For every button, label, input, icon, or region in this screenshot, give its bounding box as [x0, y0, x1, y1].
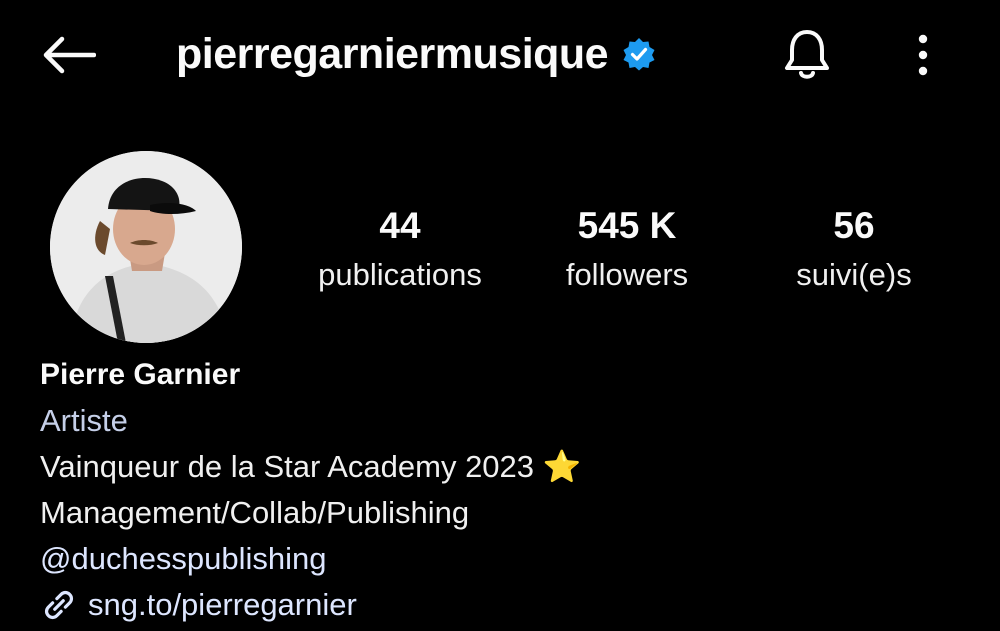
stat-label: publications	[318, 257, 482, 292]
profile-category: Artiste	[40, 403, 128, 438]
profile-username-header: pierregarniermusique	[176, 24, 656, 84]
stat-value: 56	[833, 205, 875, 246]
more-vertical-icon	[918, 34, 928, 76]
arrow-left-icon	[43, 36, 96, 74]
bio-text-line: Vainqueur de la Star Academy 2023 ⭐	[40, 449, 582, 484]
more-options-button[interactable]	[900, 24, 946, 86]
stat-label: suivi(e)s	[796, 257, 912, 292]
notifications-button[interactable]	[775, 24, 839, 86]
stat-followers[interactable]: 545 K followers	[517, 200, 737, 298]
bio-text-line: Management/Collab/Publishing	[40, 495, 470, 530]
link-icon	[40, 586, 78, 624]
stat-value: 545 K	[577, 205, 677, 246]
profile-bio: Pierre Garnier Artiste Vainqueur de la S…	[40, 352, 960, 628]
bio-mention-link[interactable]: @duchesspublishing	[40, 536, 960, 582]
bio-external-link[interactable]: sng.to/pierregarnier	[40, 582, 960, 628]
back-button[interactable]	[36, 30, 100, 80]
top-bar: pierregarniermusique	[0, 0, 1000, 110]
verified-badge-icon	[622, 37, 656, 71]
bell-icon	[785, 30, 829, 79]
profile-avatar[interactable]	[50, 151, 242, 343]
stat-label: followers	[565, 257, 689, 292]
stat-following[interactable]: 56 suivi(e)s	[744, 200, 964, 298]
display-name: Pierre Garnier	[40, 358, 241, 391]
username: pierregarniermusique	[176, 29, 609, 78]
stat-publications[interactable]: 44 publications	[290, 200, 510, 298]
stat-value: 44	[379, 205, 421, 246]
avatar-photo	[50, 151, 242, 343]
bio-link-text: sng.to/pierregarnier	[88, 587, 357, 622]
